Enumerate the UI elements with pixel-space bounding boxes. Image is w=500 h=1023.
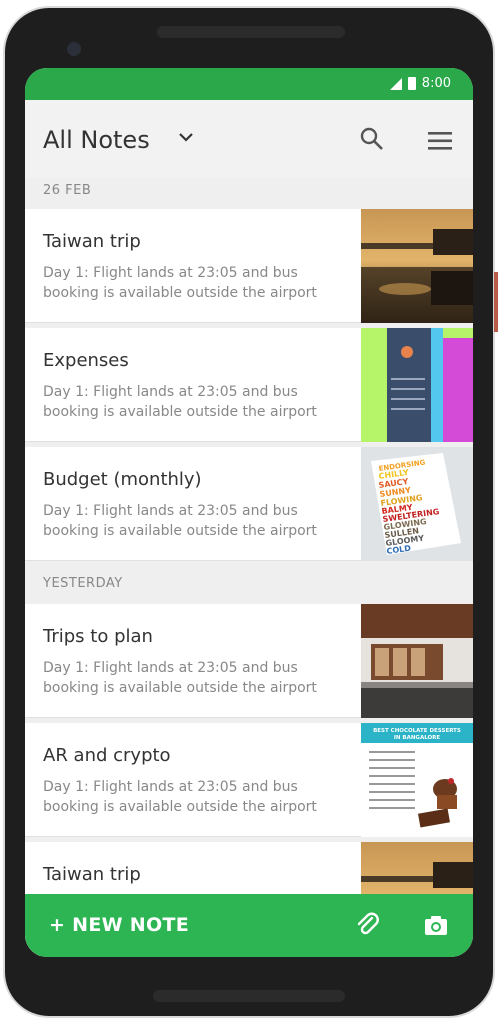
note-title: Taiwan trip bbox=[43, 864, 141, 885]
search-icon[interactable] bbox=[359, 126, 385, 152]
camera-icon[interactable] bbox=[423, 912, 449, 938]
note-title: Trips to plan bbox=[43, 626, 153, 647]
note-item[interactable]: Expenses Day 1: Flight lands at 23:05 an… bbox=[25, 328, 473, 442]
battery-icon bbox=[407, 77, 416, 90]
speaker-grille bbox=[157, 26, 345, 38]
note-title: AR and crypto bbox=[43, 745, 171, 766]
note-thumbnail-app-ui bbox=[361, 328, 473, 442]
bottom-grille bbox=[153, 990, 345, 1002]
front-camera bbox=[67, 42, 81, 56]
note-thumbnail-book: ENDORSING CHILLY SAUCY SUNNY FLOWING BAL… bbox=[361, 447, 473, 561]
screen: 8:00 All Notes 26 FEB Taiwan trip Day 1:… bbox=[25, 68, 473, 957]
note-snippet: Day 1: Flight lands at 23:05 and bus boo… bbox=[43, 779, 317, 815]
chevron-down-icon[interactable] bbox=[177, 128, 195, 146]
status-time: 8:00 bbox=[421, 76, 451, 91]
page-title[interactable]: All Notes bbox=[43, 126, 150, 154]
note-item[interactable]: Trips to plan Day 1: Flight lands at 23:… bbox=[25, 604, 473, 718]
note-title: Budget (monthly) bbox=[43, 469, 202, 490]
choc-title: BEST CHOCOLATE DESSERTS bbox=[373, 728, 461, 734]
note-thumbnail-sunset bbox=[361, 209, 473, 323]
menu-icon[interactable] bbox=[427, 130, 453, 152]
app-bar: All Notes bbox=[25, 100, 473, 178]
note-snippet: Day 1: Flight lands at 23:05 and bus boo… bbox=[43, 265, 317, 301]
new-note-button[interactable]: + NEW NOTE bbox=[49, 914, 189, 936]
section-header-yesterday: YESTERDAY bbox=[43, 576, 123, 591]
note-thumbnail-kitchen bbox=[361, 604, 473, 718]
note-title: Expenses bbox=[43, 350, 129, 371]
section-header-date: 26 FEB bbox=[43, 183, 92, 198]
side-button bbox=[494, 272, 498, 332]
signal-icon bbox=[389, 77, 402, 90]
note-item[interactable]: Budget (monthly) Day 1: Flight lands at … bbox=[25, 447, 473, 561]
paperclip-icon[interactable] bbox=[355, 912, 381, 938]
note-item[interactable]: AR and crypto Day 1: Flight lands at 23:… bbox=[25, 723, 473, 837]
bottom-action-bar: + NEW NOTE bbox=[25, 894, 473, 957]
note-title: Taiwan trip bbox=[43, 231, 141, 252]
note-thumbnail-chocolate: BEST CHOCOLATE DESSERTS IN BANGALORE bbox=[361, 723, 473, 837]
status-bar: 8:00 bbox=[25, 68, 473, 100]
note-snippet: Day 1: Flight lands at 23:05 and bus boo… bbox=[43, 384, 317, 420]
choc-title: IN BANGALORE bbox=[394, 735, 441, 741]
note-item[interactable]: Taiwan trip Day 1: Flight lands at 23:05… bbox=[25, 209, 473, 323]
note-snippet: Day 1: Flight lands at 23:05 and bus boo… bbox=[43, 503, 317, 539]
note-snippet: Day 1: Flight lands at 23:05 and bus boo… bbox=[43, 660, 317, 696]
